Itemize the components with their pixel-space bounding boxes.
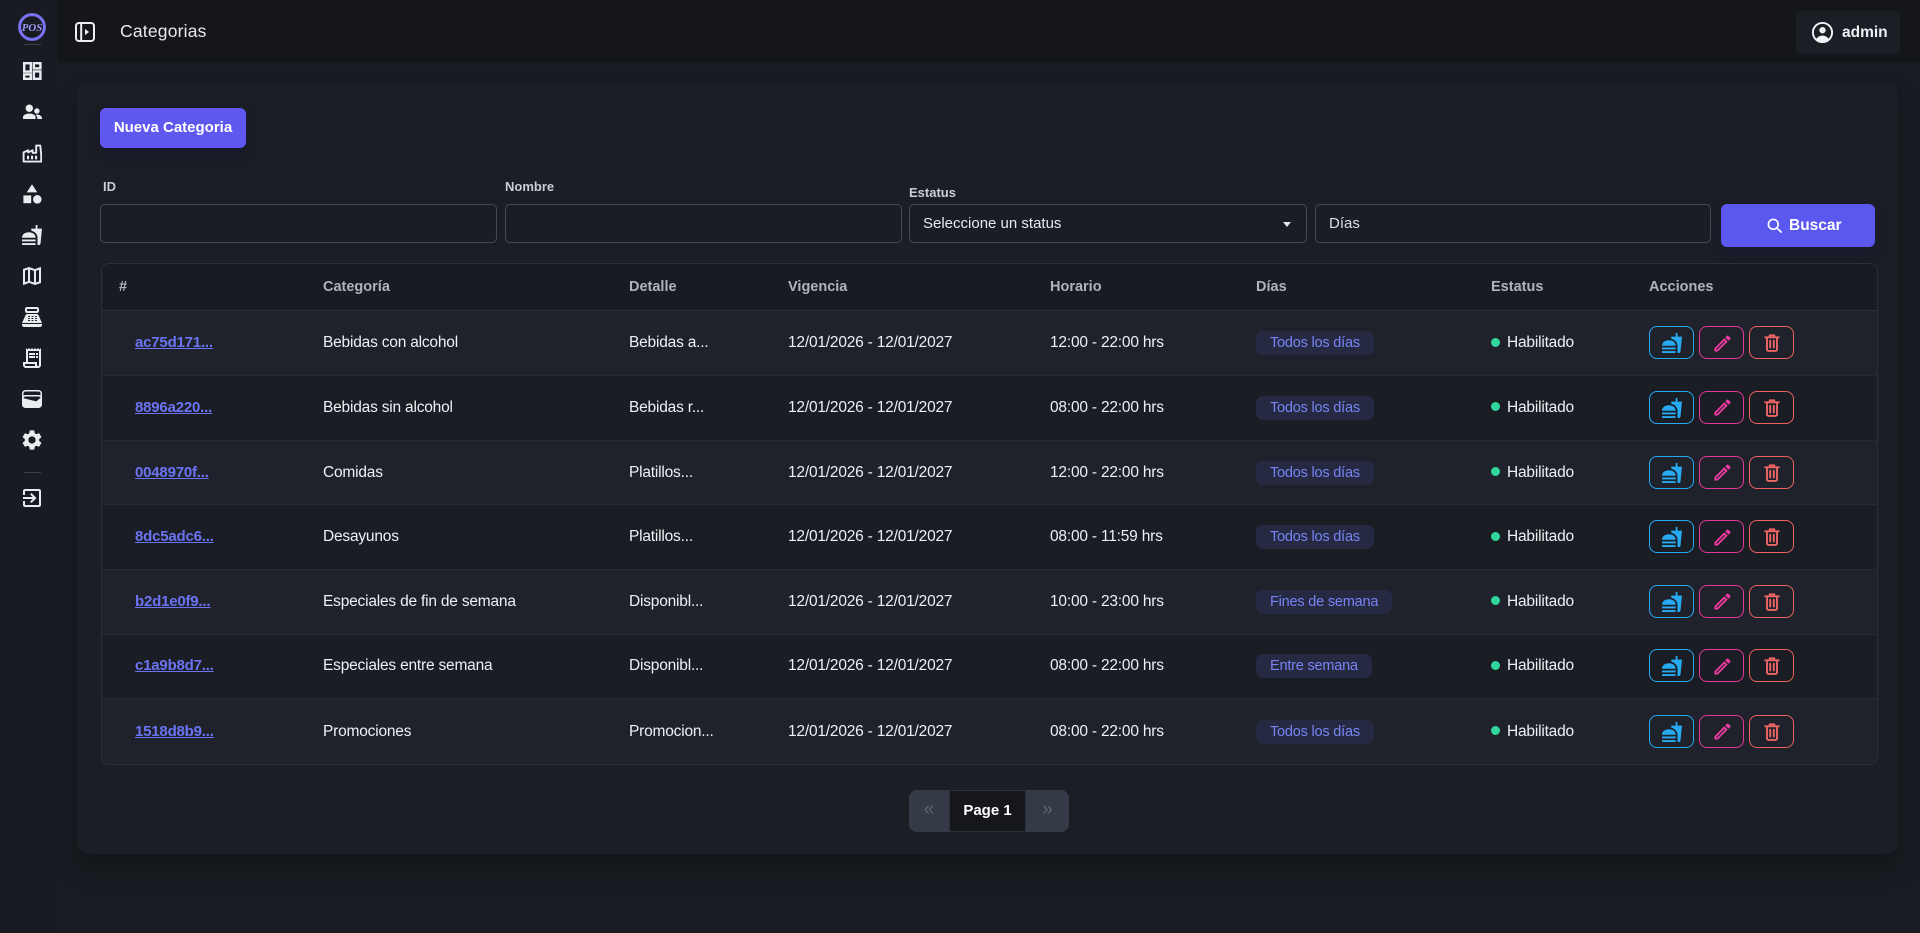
svg-text:POS: POS bbox=[22, 22, 42, 34]
